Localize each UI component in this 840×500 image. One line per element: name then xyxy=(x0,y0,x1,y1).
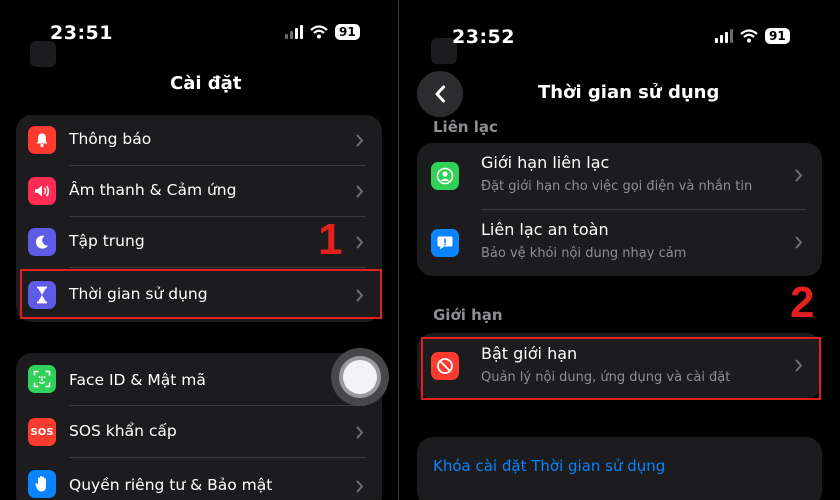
lock-screen-time-settings-link[interactable]: Khóa cài đặt Thời gian sử dụng xyxy=(433,457,665,475)
settings-row-label: Face ID & Mật mã xyxy=(69,371,206,389)
settings-row-label: Thông báo xyxy=(69,130,152,148)
contacts-group: Giới hạn liên lạc Đặt giới hạn cho việc … xyxy=(417,143,822,276)
back-button[interactable] xyxy=(417,71,463,117)
status-icons: 91 xyxy=(285,24,360,40)
page-title: Cài đặt xyxy=(170,73,242,94)
hand-icon xyxy=(28,470,56,498)
contact-person-icon xyxy=(431,162,459,190)
status-time: 23:52 xyxy=(452,26,515,48)
assistive-touch-button[interactable] xyxy=(331,348,389,406)
chevron-right-icon xyxy=(356,185,364,198)
sos-icon: SOS xyxy=(28,418,56,446)
status-icons: 91 xyxy=(715,28,790,44)
wifi-icon xyxy=(740,29,758,43)
settings-row-label: Quyền riêng tư & Bảo mật xyxy=(69,476,273,494)
row-title: Liên lạc an toàn xyxy=(481,220,609,239)
settings-row-privacy[interactable]: Quyền riêng tư & Bảo mật xyxy=(16,458,382,500)
settings-row-sounds[interactable]: Âm thanh & Cảm ứng xyxy=(16,166,382,217)
battery-indicator: 91 xyxy=(335,24,360,40)
moon-icon xyxy=(28,228,56,256)
face-id-icon xyxy=(28,365,56,393)
highlight-box xyxy=(421,337,821,400)
battery-indicator: 91 xyxy=(765,28,790,44)
settings-row-notifications[interactable]: Thông báo xyxy=(16,115,382,166)
step-number: 2 xyxy=(790,278,815,327)
settings-row-label: SOS khẩn cấp xyxy=(69,422,177,440)
assistive-touch-knob xyxy=(343,360,377,394)
row-subtitle: Đặt giới hạn cho việc gọi điện và nhắn t… xyxy=(481,179,753,194)
chevron-right-icon xyxy=(356,480,364,493)
chevron-right-icon xyxy=(795,236,803,249)
status-time: 23:51 xyxy=(50,22,113,44)
lock-settings-group: Khóa cài đặt Thời gian sử dụng xyxy=(417,437,822,500)
wifi-icon xyxy=(310,25,328,39)
chevron-right-icon xyxy=(356,236,364,249)
settings-row-communication-safety[interactable]: Liên lạc an toàn Bảo vệ khỏi nội dung nh… xyxy=(417,210,822,276)
chevron-left-icon xyxy=(435,85,445,103)
chat-bubble-icon xyxy=(431,229,459,257)
chevron-right-icon xyxy=(356,426,364,439)
row-subtitle: Bảo vệ khỏi nội dung nhạy cảm xyxy=(481,246,687,261)
signal-icon xyxy=(285,25,303,39)
settings-row-sos[interactable]: SOS SOS khẩn cấp xyxy=(16,406,382,457)
settings-row-label: Tập trung xyxy=(69,232,145,250)
settings-row-face-id[interactable]: Face ID & Mật mã xyxy=(16,353,382,405)
section-header-limits: Giới hạn xyxy=(433,306,503,324)
section-header-contacts: Liên lạc xyxy=(433,118,498,136)
background-row-icon xyxy=(30,41,56,67)
page-title: Thời gian sử dụng xyxy=(538,82,720,103)
bell-icon xyxy=(28,126,56,154)
signal-icon xyxy=(715,29,733,43)
screen-time-screen: 23:52 91 Thời gian sử dụng Liên lạc Giới… xyxy=(399,0,840,500)
chevron-right-icon xyxy=(795,169,803,182)
settings-row-label: Âm thanh & Cảm ứng xyxy=(69,181,237,199)
highlight-box xyxy=(20,269,382,319)
step-number: 1 xyxy=(318,215,343,264)
settings-screen: 23:51 91 Cài đặt Thông báo Âm thanh & Cả… xyxy=(0,0,398,500)
speaker-icon xyxy=(28,177,56,205)
settings-group-2: Face ID & Mật mã SOS SOS khẩn cấp Quyền … xyxy=(16,353,382,500)
chevron-right-icon xyxy=(356,134,364,147)
row-title: Giới hạn liên lạc xyxy=(481,153,610,172)
settings-row-communication-limits[interactable]: Giới hạn liên lạc Đặt giới hạn cho việc … xyxy=(417,143,822,209)
